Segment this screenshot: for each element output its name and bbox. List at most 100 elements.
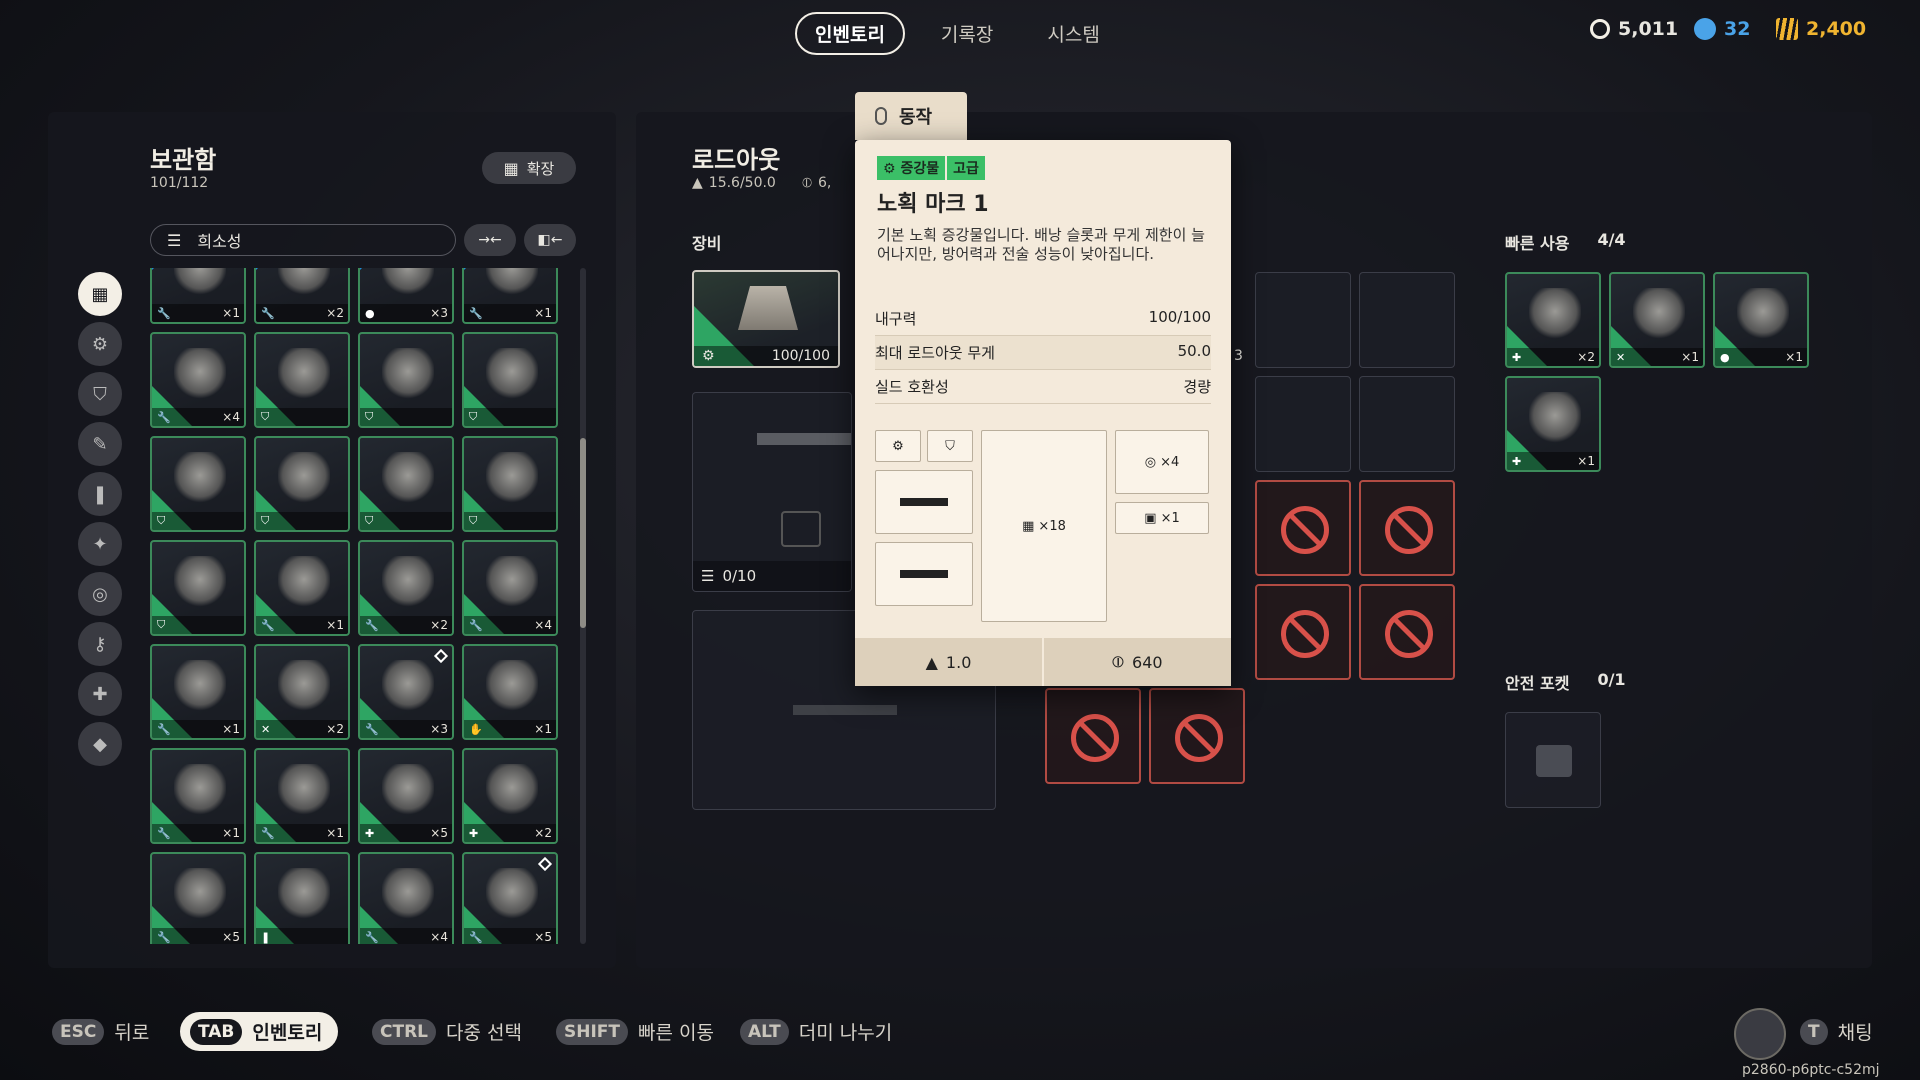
category-shield[interactable]: ⛉ [78, 372, 122, 416]
item-cell[interactable]: ● ×3 [358, 268, 454, 324]
category-augment[interactable]: ⚙ [78, 322, 122, 366]
item-cell[interactable]: 🔧 ×4 [358, 852, 454, 944]
backpack-slot[interactable] [1255, 272, 1351, 368]
item-cell[interactable]: 🔧 ×1 [462, 268, 558, 324]
item-art [174, 268, 226, 296]
item-cell[interactable]: ⛉ [462, 332, 558, 428]
backpack-slot[interactable] [1359, 272, 1455, 368]
category-weapon[interactable]: ✎ [78, 422, 122, 466]
item-cell[interactable]: ⛉ [150, 436, 246, 532]
item-quantity: ×1 [222, 306, 240, 320]
item-cell[interactable]: ⛉ [462, 436, 558, 532]
augment-slot[interactable]: ⚙ 100/100 [692, 270, 840, 368]
item-cell[interactable]: 🔧 ×4 [150, 332, 246, 428]
item-cell[interactable]: ❚ [254, 852, 350, 944]
rarity-filter[interactable]: ☰ 희소성 [150, 224, 456, 256]
item-footer [360, 408, 452, 426]
item-cell[interactable]: ● ×1 [1713, 272, 1809, 368]
hint-inventory[interactable]: TAB 인벤토리 [180, 1012, 339, 1051]
item-cell[interactable]: ✚ ×1 [1505, 376, 1601, 472]
locked-slot [1255, 584, 1351, 680]
tab-logbook[interactable]: 기록장 [923, 14, 1011, 53]
category-all-items[interactable]: ▦ [78, 272, 122, 316]
item-cell[interactable]: ⛉ [254, 332, 350, 428]
rifle-icon [900, 570, 948, 578]
scrollbar-thumb[interactable] [580, 438, 586, 628]
item-cell[interactable]: 🔧 ×2 [358, 540, 454, 636]
item-cell[interactable]: ✚ ×2 [1505, 272, 1601, 368]
category-mods[interactable]: ✦ [78, 522, 122, 566]
tooltip-action-tab[interactable]: 동작 [855, 92, 967, 140]
item-cell[interactable]: 🔧 ×1 [254, 540, 350, 636]
loadout-title: 로드아웃 [692, 146, 781, 174]
key-icon: ⚷ [93, 633, 107, 655]
shield-icon: ⛉ [469, 410, 478, 423]
item-cell[interactable]: 🔧 ×1 [254, 748, 350, 844]
category-quick-use[interactable]: ◎ [78, 572, 122, 616]
avatar[interactable] [1734, 1008, 1786, 1060]
blocked-icon [1281, 506, 1329, 554]
hint-multi-select[interactable]: CTRL 다중 선택 [372, 1018, 522, 1045]
item-cell[interactable]: ⛉ [358, 332, 454, 428]
item-cell[interactable]: ✚ ×5 [358, 748, 454, 844]
storage-scrollbar[interactable] [580, 268, 586, 944]
collapse-button[interactable]: →← [464, 224, 516, 256]
grid-icon: ▦ [1022, 518, 1035, 534]
item-cell[interactable]: 🔧 ×1 [150, 644, 246, 740]
safe-slot-box: ▣ ×1 [1115, 502, 1209, 534]
item-weight: ▲ 1.0 [855, 638, 1044, 686]
item-art [278, 348, 330, 400]
hint-quick-move[interactable]: SHIFT 빠른 이동 [556, 1018, 714, 1045]
item-cell[interactable]: 🔧 ×2 [254, 268, 350, 324]
item-cell[interactable]: 🔧 ×3 [358, 644, 454, 740]
item-cell[interactable]: 🔧 ×5 [462, 852, 558, 944]
item-cell[interactable]: 🔧 ×5 [150, 852, 246, 944]
tab-inventory[interactable]: 인벤토리 [795, 12, 905, 55]
item-cell[interactable]: 🔧 ×1 [150, 268, 246, 324]
transfer-button[interactable]: ◧← [524, 224, 576, 256]
hint-split-stack[interactable]: ALT 더미 나누기 [740, 1018, 892, 1045]
item-cell[interactable]: ⛉ [254, 436, 350, 532]
item-cell[interactable]: ✕ ×2 [254, 644, 350, 740]
backpack-slot[interactable] [1255, 376, 1351, 472]
safe-pocket-slot[interactable] [1505, 712, 1601, 808]
shield-icon: ⛉ [93, 383, 107, 405]
weapon-slot-1[interactable]: ☰ 0/10 [692, 392, 852, 592]
backpack-slot[interactable] [1359, 376, 1455, 472]
category-ammo[interactable]: ❚ [78, 472, 122, 516]
item-cell[interactable]: ⛉ [150, 540, 246, 636]
item-art [486, 556, 538, 608]
attachment-slot[interactable] [781, 511, 821, 547]
hint-back[interactable]: ESC 뒤로 [52, 1018, 149, 1045]
item-cell[interactable]: ⛉ [358, 436, 454, 532]
all-items-icon: ▦ [91, 283, 109, 305]
hint-label: 빠른 이동 [638, 1022, 714, 1044]
item-cell[interactable]: ✋ ×1 [462, 644, 558, 740]
augment-icon: ⚙ [702, 348, 715, 364]
item-quantity: ×5 [222, 930, 240, 944]
safe-pocket-title: 안전 포켓 [1505, 674, 1570, 693]
shield-icon: ⛉ [945, 438, 955, 454]
augment-durability: 100/100 [771, 348, 830, 364]
item-cell[interactable]: ✚ ×2 [462, 748, 558, 844]
item-cell[interactable]: ✕ ×1 [1609, 272, 1705, 368]
safe-pocket-header: 안전 포켓 0/1 [1505, 670, 1626, 694]
category-material[interactable]: ✚ [78, 672, 122, 716]
item-description: 기본 노획 증강물입니다. 배낭 슬롯과 무게 제한이 늘어나지만, 방어력과 … [877, 226, 1205, 263]
item-cell[interactable]: 🔧 ×4 [462, 540, 558, 636]
item-cell[interactable]: 🔧 ×1 [150, 748, 246, 844]
stat-row-shield-compat: 실드 호환성 경량 [875, 370, 1211, 404]
medkit-icon: ✚ [469, 827, 479, 840]
tab-system[interactable]: 시스템 [1029, 14, 1117, 53]
cross-icon: ✕ [261, 723, 271, 736]
hint-chat[interactable]: T 채팅 [1800, 1018, 1873, 1045]
weapon-icon: ✎ [92, 433, 108, 455]
expand-button[interactable]: ▦ 확장 [482, 152, 576, 184]
category-misc[interactable]: ◆ [78, 722, 122, 766]
item-quantity: ×1 [326, 826, 344, 840]
token-icon [1694, 18, 1716, 40]
category-key[interactable]: ⚷ [78, 622, 122, 666]
shield-icon: ⛉ [261, 410, 270, 423]
wrench-icon: 🔧 [365, 619, 379, 632]
player-id: p2860-p6ptc-c52mj [1742, 1062, 1880, 1078]
